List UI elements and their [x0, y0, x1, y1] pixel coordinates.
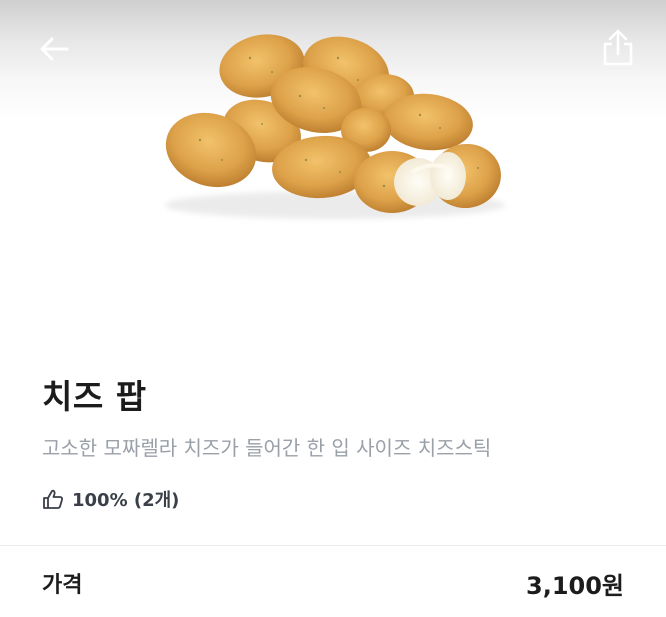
rating-summary[interactable]: 100% (2개): [42, 486, 179, 512]
back-button[interactable]: [32, 27, 76, 71]
share-button[interactable]: [596, 26, 640, 70]
price-value: 3,100원: [526, 572, 624, 600]
price-label: 가격: [42, 573, 83, 598]
cheese-pop-photo: [165, 34, 505, 219]
share-icon: [603, 29, 633, 66]
arrow-left-icon: [40, 37, 69, 61]
rating-text: 100% (2개): [72, 490, 180, 511]
product-image-area: [0, 0, 666, 330]
product-name: 치즈 팝: [42, 377, 147, 416]
product-description: 고소한 모짜렐라 치즈가 들어간 한 입 사이즈 치즈스틱: [42, 436, 492, 460]
divider: [0, 545, 666, 546]
thumbs-up-icon: [43, 489, 64, 509]
